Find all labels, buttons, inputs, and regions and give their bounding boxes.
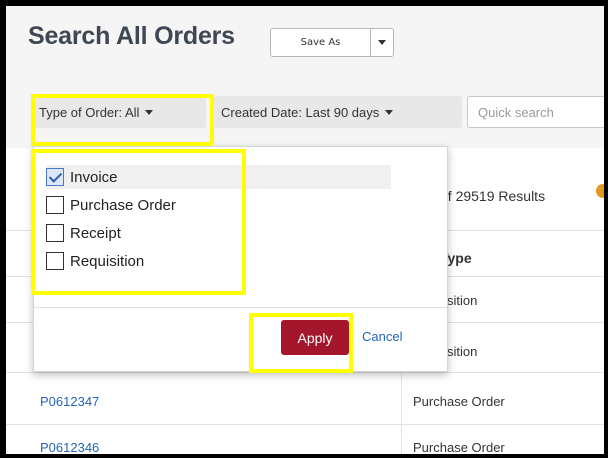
checkbox-receipt[interactable] — [46, 224, 64, 242]
option-label: Receipt — [70, 224, 121, 242]
option-label: Requisition — [70, 252, 145, 270]
order-type-options: Invoice Purchase Order Receipt Requisiti… — [34, 147, 447, 307]
caret-down-icon — [378, 40, 386, 45]
apply-button[interactable]: Apply — [281, 320, 349, 355]
caret-down-icon — [145, 109, 154, 115]
option-label: Invoice — [70, 168, 118, 186]
app-window: Search All Orders Save As Type of Order:… — [6, 6, 604, 454]
checkbox-invoice[interactable] — [46, 168, 64, 186]
option-receipt[interactable]: Receipt — [46, 221, 121, 245]
row-divider — [6, 424, 604, 425]
type-of-order-dropdown: Invoice Purchase Order Receipt Requisiti… — [33, 146, 448, 372]
type-of-order-filter[interactable]: Type of Order: All — [32, 96, 206, 128]
order-type-cell: Purchase Order — [413, 394, 505, 409]
row-divider — [6, 372, 604, 373]
filter-bar: Type of Order: All Created Date: Last 90… — [6, 76, 604, 148]
dropdown-divider — [34, 307, 447, 308]
option-label: Purchase Order — [70, 196, 176, 214]
option-purchase-order[interactable]: Purchase Order — [46, 193, 176, 217]
page-header: Search All Orders Save As — [6, 6, 604, 77]
order-link[interactable]: P0612347 — [40, 394, 99, 409]
order-type-cell: Purchase Order — [413, 440, 505, 454]
page-title: Search All Orders — [28, 22, 235, 50]
quick-search-input[interactable] — [467, 96, 604, 128]
save-as-button[interactable]: Save As — [271, 29, 371, 56]
results-count: of 29519 Results — [440, 188, 546, 204]
cancel-button[interactable]: Cancel — [362, 329, 402, 344]
save-as-group: Save As — [270, 28, 394, 57]
checkbox-purchase-order[interactable] — [46, 196, 64, 214]
created-date-filter[interactable]: Created Date: Last 90 days — [214, 96, 462, 128]
created-date-label: Created Date: Last 90 days — [221, 104, 380, 120]
save-as-dropdown-button[interactable] — [371, 29, 393, 56]
order-link[interactable]: P0612346 — [40, 440, 99, 454]
info-icon[interactable] — [596, 184, 604, 198]
option-invoice[interactable]: Invoice — [46, 165, 391, 189]
checkbox-requisition[interactable] — [46, 252, 64, 270]
type-of-order-label: Type of Order: All — [39, 104, 140, 120]
caret-down-icon — [385, 109, 394, 115]
option-requisition[interactable]: Requisition — [46, 249, 144, 273]
